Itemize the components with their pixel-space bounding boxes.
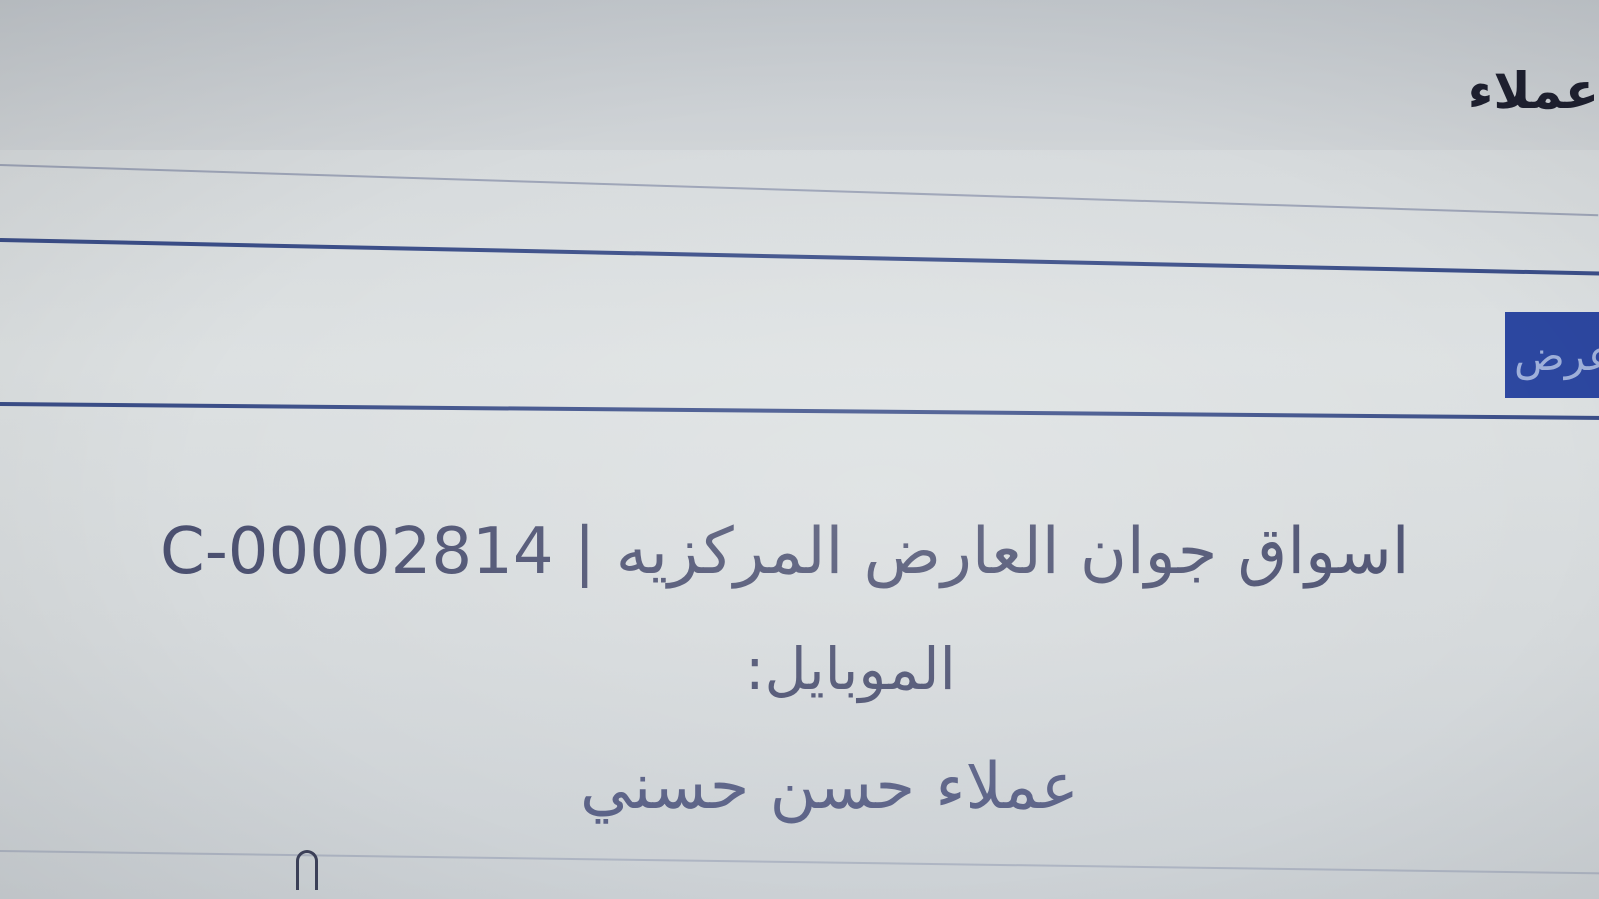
section-divider: [0, 850, 1599, 875]
customer-name: عملاء حسن حسني: [580, 750, 1079, 824]
mobile-label: الموبايل:: [745, 635, 956, 703]
nav-bar: [0, 236, 1599, 411]
page-header: عملاء: [0, 0, 1599, 150]
store-name-and-code: اسواق جوان العارض المركزيه | C-00002814: [160, 515, 1410, 589]
tab-view-label: عرض: [1513, 330, 1599, 380]
tab-view[interactable]: عرض: [1505, 312, 1599, 398]
partial-glyph: [296, 850, 318, 890]
page-title: عملاء: [1467, 62, 1599, 120]
header-divider: [0, 164, 1599, 217]
